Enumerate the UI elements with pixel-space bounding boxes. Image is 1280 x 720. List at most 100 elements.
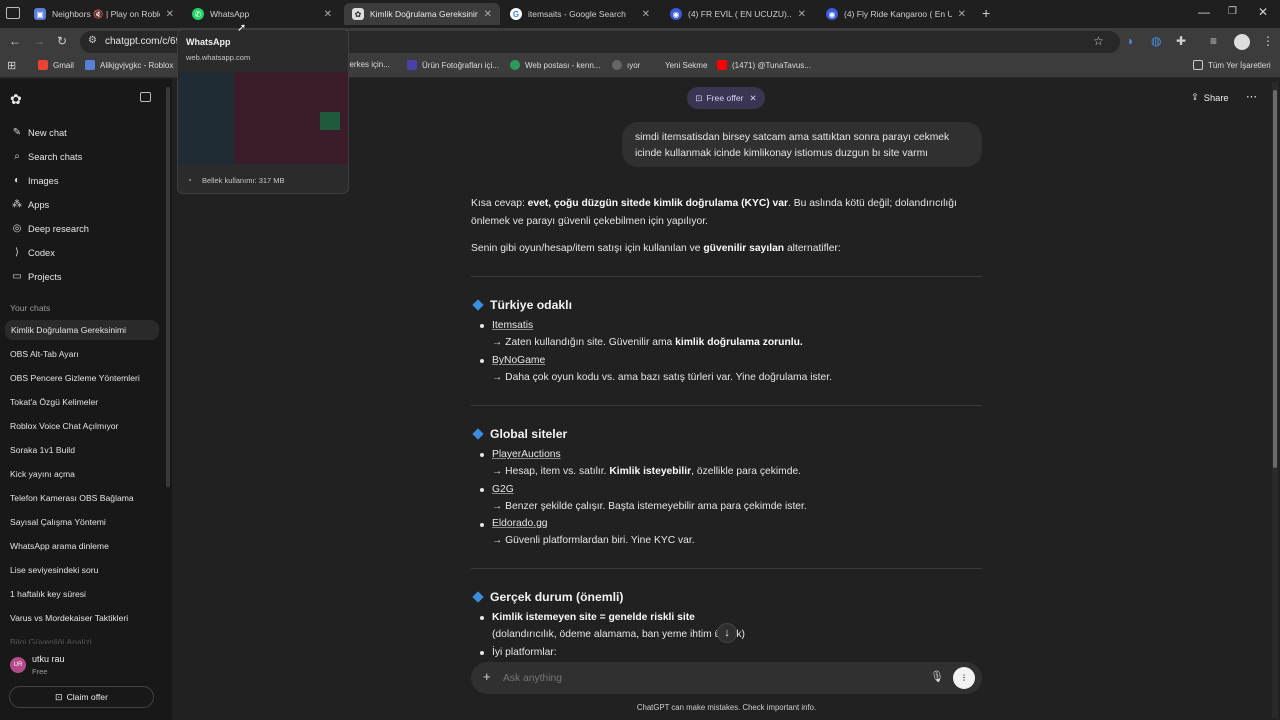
bookmark-gmail[interactable]: Gmail [38,60,74,70]
bookmark-new-tab[interactable]: Yeni Sekme [650,60,707,70]
close-icon[interactable]: ✕ [958,9,966,20]
chat-item[interactable]: Lise seviyesindeki soru [10,565,98,575]
nav-codex[interactable]: ⟩ Codex [12,247,55,258]
chat-item[interactable]: Soraka 1v1 Build [10,445,75,455]
bookmark-star-icon[interactable]: ☆ [1093,34,1104,48]
google-icon: G [510,8,522,20]
response-paragraph: Senin gibi oyun/hesap/item satışı için k… [471,243,841,254]
avatar[interactable]: UR [10,657,26,673]
bookmark-site-icon [407,60,417,70]
list-item-desc: → Hesap, item vs. satılır. Kimlik isteye… [492,466,802,477]
bookmark-herkes[interactable]: herkes için... [345,60,390,69]
divider [471,276,982,277]
vpn-icon[interactable]: ◍ [1151,34,1161,48]
bookmark-roblox[interactable]: Alikjgvjvgkc - Roblox [85,60,173,70]
close-icon[interactable]: ✕ [324,9,332,20]
site-link[interactable]: Eldorado.gg [492,518,548,529]
tab-stream-1[interactable]: ◉ (4) FR EVİL ( EN UCUZU)..🔊 ✕ [662,3,814,25]
nav-new-chat[interactable]: ✎ New chat [12,127,67,138]
user-plan: Free [32,667,48,676]
chat-item[interactable]: 1 haftalık key süresi [10,589,86,599]
more-options-icon[interactable]: ⋯ [1246,90,1257,103]
sidebar-toggle-icon[interactable] [140,92,151,102]
folder-icon [1193,60,1203,70]
nav-deep-research[interactable]: ◎ Deep research [12,223,89,234]
user-message-line: simdi itemsatisdan birsey satcam ama sat… [635,132,950,143]
site-link[interactable]: PlayerAuctions [492,449,561,460]
hover-card-url: web.whatsapp.com [186,53,251,62]
site-link[interactable]: Itemsatis [492,320,533,331]
apps-icon: ⁂ [12,199,22,210]
tab-stream-2[interactable]: ◉ (4) Fly Ride Kangaroo ( En U ✕ [818,3,974,25]
sidebar-scrollbar[interactable] [166,87,170,487]
reading-list-icon[interactable]: ≡ [1210,34,1217,48]
chat-item[interactable]: WhatsApp arama dinleme [10,541,109,551]
chat-item[interactable]: Roblox Voice Chat Açılmıyor [10,421,118,431]
bookmark-all[interactable]: Tüm Yer İşaretleri [1193,60,1271,70]
gift-icon: ⊡ [695,92,703,103]
close-icon[interactable]: ✕ [642,9,650,20]
profile-avatar[interactable] [1234,34,1250,50]
url-text[interactable]: chatgpt.com/c/69 [105,36,181,47]
new-tab-icon[interactable]: + [982,5,990,21]
nav-apps[interactable]: ⁂ Apps [12,199,49,210]
chat-item[interactable]: Kimlik Doğrulama Gereksinimi [5,320,159,340]
close-icon[interactable]: ✕ [484,9,492,20]
nav-images[interactable]: ◐ Images [12,175,59,186]
forward-icon[interactable]: → [33,34,45,48]
scroll-down-button[interactable]: ↓ [717,623,737,643]
chat-item[interactable]: OBS Pencere Gizleme Yöntemleri [10,373,140,383]
extensions-icon[interactable]: ✚ [1176,34,1186,48]
list-item-desc: → Benzer şekilde çalışır. Başta istemeye… [492,501,807,512]
bookmark-youtube[interactable]: (1471) @TunaTavus... [717,60,811,70]
window-close-icon[interactable]: ✕ [1258,5,1268,19]
voice-mode-button[interactable]: ⫶ [953,667,975,689]
chat-item[interactable]: Tokat'a Özgü Kelimeler [10,397,98,407]
gmail-icon [38,60,48,70]
main-scrollbar[interactable] [1272,82,1278,718]
nav-projects[interactable]: ▭ Projects [12,271,61,282]
tab-chatgpt[interactable]: ✿ Kimlik Doğrulama Gereksinimi ✕ [344,3,500,25]
prompt-input[interactable] [503,668,903,688]
user-name[interactable]: utku rau [32,654,65,664]
chatgpt-logo-icon[interactable]: ✿ [10,91,22,108]
bookmark-urun[interactable]: Ürün Fotoğrafları içi... [407,60,499,70]
site-link[interactable]: G2G [492,484,514,495]
tab-title: itemsaits - Google Search [528,9,626,19]
tab-whatsapp[interactable]: ✆ WhatsApp ✕ [184,3,340,25]
free-offer-badge[interactable]: ⊡ Free offer ✕ [687,87,765,109]
close-icon[interactable]: ✕ [798,9,806,20]
site-link[interactable]: ByNoGame [492,355,545,366]
back-icon[interactable]: ← [9,34,21,48]
chat-item[interactable]: Sayısal Çalışma Yöntemi [10,517,106,527]
microphone-icon[interactable]: 🎙 [930,670,944,683]
plus-icon[interactable]: + [483,669,491,684]
chatgpt-icon: ✿ [352,8,364,20]
site-info-icon[interactable]: ⚙ [88,35,97,46]
list-item-desc: → Daha çok oyun kodu vs. ama bazı satış … [492,372,832,383]
reload-icon[interactable]: ↻ [57,34,67,48]
tab-google[interactable]: G itemsaits - Google Search ✕ [502,3,658,25]
chat-item[interactable]: Telefon Kamerası OBS Bağlama [10,493,134,503]
extension-icon[interactable]: ◗ [1127,34,1134,48]
bookmark-webmail[interactable]: Web postası - kenn... [510,60,600,70]
tab-search-icon[interactable] [6,7,20,19]
share-button[interactable]: ⇪ Share [1191,92,1229,103]
divider [471,568,982,569]
tab-roblox[interactable]: ▣ Neighbors 🔇 | Play on Roblox ✕ [26,3,182,25]
nav-search-chats[interactable]: ⌕ Search chats [12,151,82,162]
youtube-icon [717,60,727,70]
chat-item[interactable]: Kick yayını açma [10,469,75,479]
menu-icon[interactable]: ⋮ [1262,34,1274,48]
apps-grid-icon[interactable]: ⊞ [7,59,16,72]
arrow-down-icon: ↓ [724,627,730,639]
close-icon[interactable]: ✕ [166,9,174,20]
chat-item[interactable]: Varus vs Mordekaiser Taktikleri [10,613,128,623]
chat-item[interactable]: OBS Alt-Tab Ayarı [10,349,79,359]
list-item-desc: → Zaten kullandığın site. Güvenilir ama … [492,337,803,348]
minimize-icon[interactable]: — [1198,5,1210,19]
scrollbar-thumb[interactable] [1273,90,1277,468]
bookmark-iyor[interactable]: ıyor [612,60,640,70]
close-icon[interactable]: ✕ [750,93,757,104]
restore-icon[interactable]: ❐ [1228,6,1237,17]
